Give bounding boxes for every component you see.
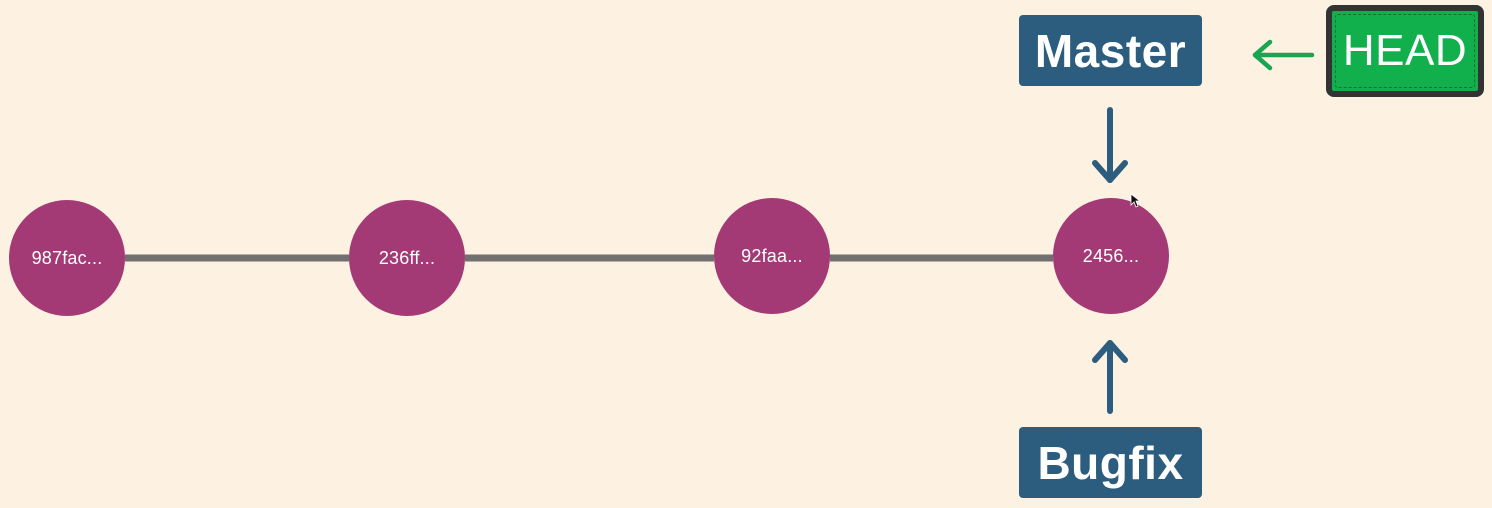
git-branch-diagram: 987fac... 236ff... 92faa... 2456... Mast…	[0, 0, 1492, 508]
branch-name: Bugfix	[1037, 436, 1184, 489]
commit-node-4: 2456...	[1053, 198, 1169, 314]
commit-hash: 987fac...	[31, 247, 103, 268]
commit-hash: 236ff...	[378, 247, 436, 268]
commit-node-1: 987fac...	[9, 200, 125, 316]
commit-hash: 2456...	[1082, 245, 1140, 266]
master-to-commit-arrow	[1092, 107, 1128, 183]
head-pointer: HEAD	[1326, 5, 1484, 97]
bugfix-to-commit-arrow	[1092, 340, 1128, 414]
mouse-cursor-icon	[1130, 193, 1142, 208]
bugfix-branch-label: Bugfix	[1019, 427, 1202, 498]
master-branch-label: Master	[1019, 15, 1202, 86]
commit-hash: 92faa...	[741, 245, 803, 266]
head-label: HEAD	[1342, 26, 1468, 75]
head-to-master-arrow	[1252, 39, 1315, 71]
branch-name: Master	[1034, 24, 1187, 77]
commit-node-2: 236ff...	[349, 200, 465, 316]
commit-node-3: 92faa...	[714, 198, 830, 314]
